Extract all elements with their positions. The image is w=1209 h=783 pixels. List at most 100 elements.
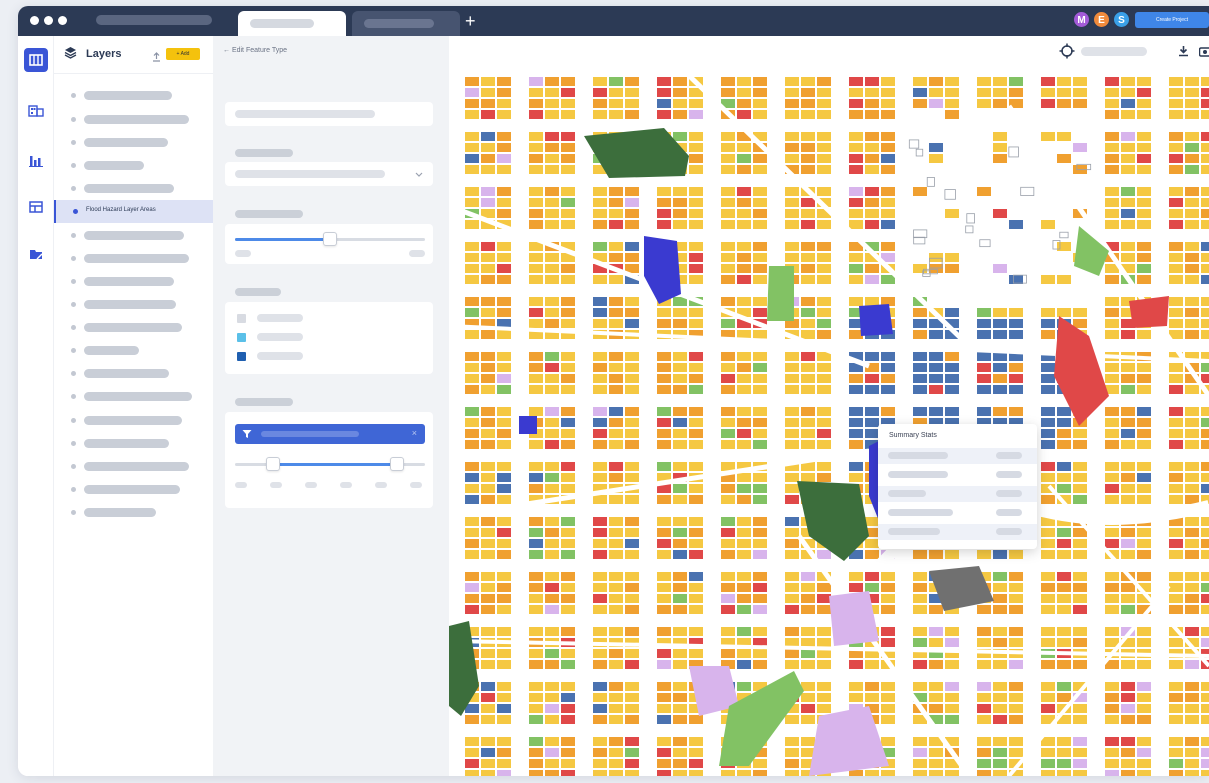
layer-item[interactable] — [54, 362, 213, 385]
parcel — [1041, 275, 1055, 284]
minimize-dot[interactable] — [44, 16, 53, 25]
parcel — [497, 572, 511, 581]
parcel — [1137, 88, 1151, 97]
layer-item[interactable] — [54, 409, 213, 432]
parcel — [545, 660, 559, 669]
bar-chart-icon[interactable] — [24, 148, 48, 172]
map-icon[interactable] — [24, 48, 48, 72]
parcel — [689, 748, 703, 757]
layer-item[interactable] — [54, 154, 213, 177]
parcel — [689, 165, 703, 174]
parcel — [625, 407, 639, 416]
layer-item[interactable] — [54, 316, 213, 339]
range-slider-handle-low[interactable] — [266, 457, 280, 471]
parcel — [1057, 154, 1071, 163]
layer-item[interactable] — [54, 108, 213, 131]
layer-item[interactable] — [54, 339, 213, 362]
parcel — [1169, 473, 1183, 482]
name-input[interactable] — [225, 102, 433, 126]
parcel — [465, 220, 479, 229]
avatar-e[interactable]: E — [1093, 11, 1110, 28]
create-project-button[interactable]: Create Project — [1135, 12, 1209, 28]
map-view[interactable] — [449, 36, 1209, 776]
parcel — [817, 660, 831, 669]
folder-icon[interactable] — [24, 242, 48, 266]
layer-item[interactable] — [54, 501, 213, 524]
parcel — [609, 660, 623, 669]
zoning-map-canvas[interactable] — [449, 66, 1209, 776]
new-tab-button[interactable]: + — [465, 11, 476, 31]
layer-item[interactable] — [54, 455, 213, 478]
layer-item[interactable] — [54, 131, 213, 154]
close-dot[interactable] — [30, 16, 39, 25]
parcel — [1169, 550, 1183, 559]
add-layer-button[interactable]: + Add — [166, 48, 200, 60]
layer-item[interactable] — [54, 270, 213, 293]
parcel — [785, 550, 799, 559]
parcel — [993, 704, 1007, 713]
parcel — [1057, 429, 1071, 438]
layer-item[interactable] — [54, 293, 213, 316]
legend-swatch-2[interactable] — [237, 333, 246, 342]
parcel — [1105, 363, 1119, 372]
parcel — [1185, 759, 1199, 768]
parcel — [529, 528, 543, 537]
avatar-s[interactable]: S — [1113, 11, 1130, 28]
parcel — [1105, 748, 1119, 757]
parcel — [673, 627, 687, 636]
range-slider-handle-high[interactable] — [389, 457, 404, 471]
legend-swatch-3[interactable] — [237, 352, 246, 361]
back-to-edit-feature-type-link[interactable]: ← Edit Feature Type — [223, 47, 287, 54]
parcel — [593, 737, 607, 746]
layer-item-selected[interactable]: Flood Hazard Layer Areas — [54, 200, 213, 223]
parcel — [529, 374, 543, 383]
layer-item[interactable] — [54, 84, 213, 107]
layer-item[interactable] — [54, 224, 213, 247]
legend-swatch-1[interactable] — [237, 314, 246, 323]
filter-selector[interactable]: × — [235, 424, 425, 444]
browser-tab-inactive[interactable] — [352, 11, 460, 36]
parcel — [593, 429, 607, 438]
maximize-dot[interactable] — [58, 16, 67, 25]
parcel — [1169, 495, 1183, 504]
parcel — [849, 385, 863, 394]
locate-crosshair-icon[interactable] — [1059, 43, 1075, 59]
parcel — [801, 154, 815, 163]
parcel — [849, 374, 863, 383]
parcel — [1105, 143, 1119, 152]
layer-item[interactable] — [54, 247, 213, 270]
building-icon[interactable] — [24, 98, 48, 122]
layer-item[interactable] — [54, 177, 213, 200]
layer-item[interactable] — [54, 385, 213, 408]
layer-item-label — [84, 161, 144, 170]
parcel — [929, 704, 943, 713]
parcel — [465, 110, 479, 119]
map-search-field[interactable] — [1081, 47, 1147, 56]
address-bar[interactable] — [96, 15, 212, 25]
parcel — [977, 638, 991, 647]
parcel — [593, 352, 607, 361]
avatar-m[interactable]: M — [1073, 11, 1090, 28]
parcel — [1057, 594, 1071, 603]
parcel — [561, 297, 575, 306]
type-label — [235, 149, 293, 157]
table-icon[interactable] — [24, 195, 48, 219]
type-select[interactable] — [225, 162, 433, 186]
parcel — [817, 264, 831, 273]
parcel — [1041, 462, 1055, 471]
parcel — [561, 715, 575, 724]
upload-icon[interactable] — [152, 49, 161, 67]
browser-tab-active[interactable] — [238, 11, 346, 36]
camera-icon[interactable] — [1199, 45, 1209, 57]
parcel — [545, 748, 559, 757]
parcel — [785, 715, 799, 724]
parcel — [881, 638, 895, 647]
parcel — [785, 638, 799, 647]
layer-item[interactable] — [54, 432, 213, 455]
parcel — [1137, 275, 1151, 284]
download-icon[interactable] — [1178, 45, 1189, 57]
parcel — [1105, 308, 1119, 317]
opacity-slider-handle[interactable] — [323, 232, 337, 246]
layer-item[interactable] — [54, 478, 213, 501]
filter-clear-icon[interactable]: × — [412, 428, 417, 438]
